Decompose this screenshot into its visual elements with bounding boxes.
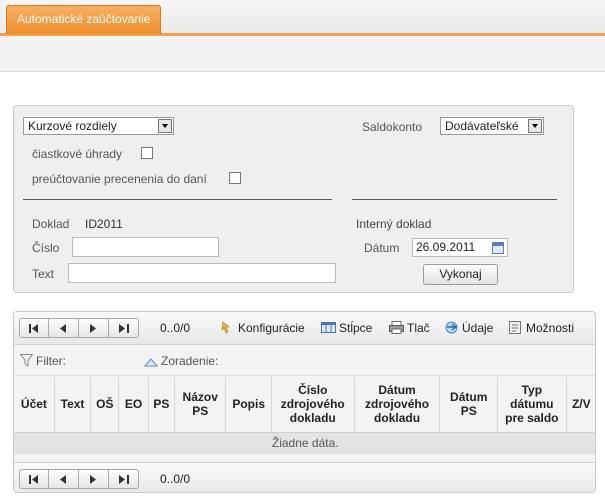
chevron-down-icon[interactable] — [158, 119, 172, 133]
column-header[interactable]: PS — [148, 377, 175, 433]
datum-value: 26.09.2011 — [416, 240, 476, 254]
type-select-value: Kurzové rozdiely — [28, 119, 117, 133]
column-header[interactable]: Číslo zdrojového dokladu — [271, 377, 355, 433]
saldokonto-label: Saldokonto — [362, 120, 423, 134]
printer-icon — [389, 314, 404, 334]
page-info: 0..0/0 — [160, 321, 191, 335]
text-input[interactable] — [68, 263, 336, 283]
sub-toolbar — [0, 36, 605, 72]
divider-left — [23, 199, 332, 200]
doklad-value: ID2011 — [85, 217, 123, 231]
sort-label: Zoradenie: — [161, 354, 219, 368]
filter-bar: Filter: Zoradenie: — [14, 346, 595, 376]
funnel-icon — [19, 348, 34, 367]
settings-form-panel: Kurzové rozdiely Saldokonto Dodávateľské… — [13, 105, 574, 293]
type-select[interactable]: Kurzové rozdiely — [23, 117, 174, 135]
columns-icon — [321, 314, 336, 333]
options-label: Možnosti — [526, 321, 575, 335]
first-page-button[interactable] — [19, 469, 49, 489]
internal-doc-label: Interný doklad — [356, 217, 432, 231]
pager-bottom — [19, 469, 139, 489]
pointer-icon — [220, 314, 235, 334]
grid-toolbar: 0..0/0 Konfigurácie Stĺpce Tlač Údaje Mo… — [14, 312, 595, 345]
grid-footer: 0..0/0 — [14, 462, 595, 492]
print-label: Tlač — [407, 321, 430, 335]
empty-message: Žiadne dáta. — [14, 432, 595, 454]
text-label: Text — [32, 267, 55, 281]
retax-checkbox[interactable] — [229, 172, 241, 184]
column-header[interactable]: Dátum PS — [439, 377, 498, 433]
column-header[interactable]: Z/V — [566, 377, 595, 433]
partial-payments-checkbox[interactable] — [141, 147, 153, 159]
prev-page-button[interactable] — [49, 469, 79, 489]
column-header[interactable]: Názov PS — [174, 377, 227, 433]
chevron-down-icon[interactable] — [528, 119, 542, 133]
column-header[interactable]: Popis — [225, 377, 272, 433]
config-label: Konfigurácie — [238, 321, 305, 335]
data-button[interactable]: Údaje — [444, 312, 493, 345]
column-header[interactable]: OŠ — [90, 377, 120, 433]
calendar-icon[interactable] — [492, 242, 504, 254]
grid-panel: 0..0/0 Konfigurácie Stĺpce Tlač Údaje Mo… — [13, 311, 596, 493]
last-page-button[interactable] — [109, 318, 139, 338]
columns-button[interactable]: Stĺpce — [321, 312, 372, 345]
saldokonto-select-value: Dodávateľské — [445, 119, 519, 133]
column-header[interactable]: Účet — [14, 377, 55, 433]
columns-label: Stĺpce — [339, 321, 373, 335]
partial-payments-label: čiastkové úhrady — [32, 147, 123, 161]
pager-top — [19, 318, 139, 338]
empty-row: Žiadne dáta. — [14, 432, 595, 454]
print-button[interactable]: Tlač — [389, 312, 430, 345]
cislo-input[interactable] — [72, 237, 219, 257]
doklad-label: Doklad — [32, 217, 70, 231]
column-header[interactable]: Text — [54, 377, 92, 433]
config-button[interactable]: Konfigurácie — [220, 312, 305, 345]
filter-button[interactable]: Filter: — [19, 346, 66, 376]
divider-right — [352, 199, 557, 200]
footer-page-info: 0..0/0 — [160, 472, 191, 486]
options-button[interactable]: Možnosti — [508, 312, 574, 345]
data-export-icon — [444, 314, 459, 334]
first-page-button[interactable] — [19, 318, 49, 338]
last-page-button[interactable] — [109, 469, 139, 489]
column-header[interactable]: EO — [118, 377, 149, 433]
retax-label: preúčtovanie precenenia do daní — [32, 172, 207, 186]
cislo-label: Číslo — [32, 241, 60, 255]
grid-header-row: Účet Text OŠ EO PS Názov PS Popis Číslo zdrojov… — [14, 377, 595, 433]
next-page-button[interactable] — [79, 318, 109, 338]
sort-button[interactable]: Zoradenie: — [143, 346, 219, 376]
sort-ascending-icon — [143, 348, 159, 367]
saldokonto-select[interactable]: Dodávateľské — [440, 117, 544, 135]
tab-strip: Automatické zaúčtovanie — [0, 0, 605, 36]
datum-input[interactable]: 26.09.2011 — [412, 238, 508, 257]
datum-label: Dátum — [364, 241, 400, 255]
data-label: Údaje — [462, 321, 494, 335]
data-grid: Účet Text OŠ EO PS Názov PS Popis Číslo zdrojov… — [14, 377, 595, 454]
prev-page-button[interactable] — [49, 318, 79, 338]
execute-button[interactable]: Vykonaj — [423, 264, 498, 285]
tab-automaticke-zauctovanie[interactable]: Automatické zaúčtovanie — [6, 5, 162, 34]
column-header[interactable]: Dátum zdrojového dokladu — [354, 377, 441, 433]
next-page-button[interactable] — [79, 469, 109, 489]
filter-label: Filter: — [36, 354, 66, 368]
column-header[interactable]: Typ dátumu pre saldo — [497, 377, 567, 433]
options-icon — [508, 314, 523, 334]
